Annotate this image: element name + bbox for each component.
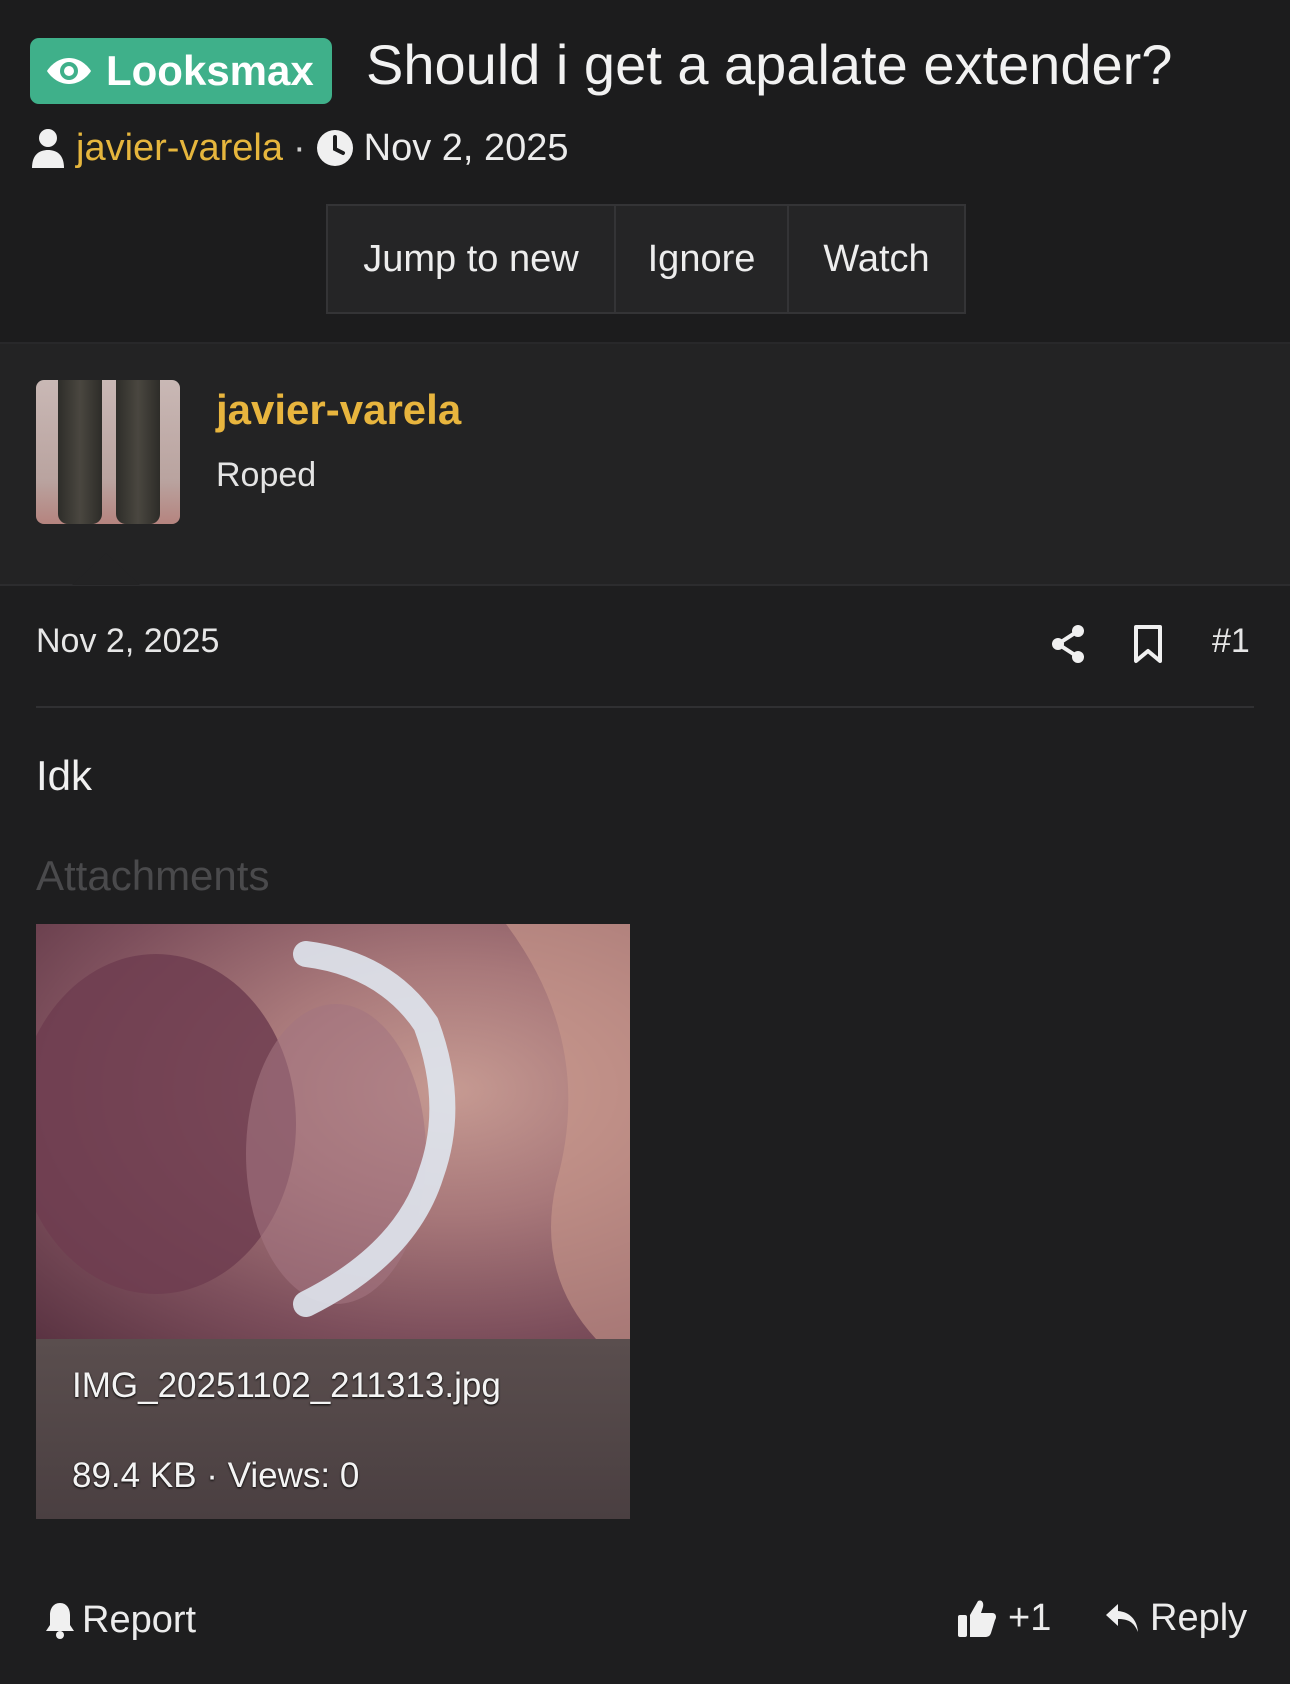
avatar-image-detail: [116, 380, 160, 524]
user-bar-pointer: [72, 553, 140, 585]
thread-header: Looksmax Should i get a apalate extender…: [0, 0, 1290, 344]
bookmark-icon[interactable]: [1132, 624, 1164, 664]
report-label: Report: [82, 1598, 197, 1641]
thread-action-buttons: Jump to new Ignore Watch: [326, 204, 966, 314]
prefix-badge[interactable]: Looksmax: [30, 38, 332, 104]
thread-author-link[interactable]: javier-varela: [76, 127, 283, 170]
thumbs-up-icon: [958, 1600, 996, 1637]
attachment-meta: 89.4 KB · Views: 0: [72, 1456, 360, 1495]
bell-icon: [46, 1603, 74, 1639]
user-title: Roped: [216, 456, 317, 494]
thread-meta: javier-varela · Nov 2, 2025: [30, 124, 569, 172]
post-date-link[interactable]: Nov 2, 2025: [36, 622, 219, 661]
reply-button[interactable]: Reply: [1104, 1594, 1247, 1642]
clock-icon: [316, 130, 353, 166]
thread-title: Should i get a apalate extender?: [366, 33, 1173, 96]
post-number-link[interactable]: #1: [1212, 622, 1250, 661]
like-count: +1: [1008, 1596, 1052, 1639]
post-divider: [36, 706, 1254, 708]
attachment-thumbnail[interactable]: IMG_20251102_211313.jpg 89.4 KB · Views:…: [36, 924, 630, 1519]
thread-date: Nov 2, 2025: [363, 126, 569, 169]
report-button[interactable]: Report: [44, 1596, 196, 1644]
like-button[interactable]: +1: [956, 1594, 1051, 1642]
reply-icon: [1106, 1604, 1138, 1632]
ignore-button[interactable]: Ignore: [616, 206, 789, 312]
meta-separator: ·: [292, 126, 306, 169]
reply-label: Reply: [1150, 1596, 1248, 1639]
user-icon: [32, 129, 64, 168]
share-icon[interactable]: [1050, 624, 1086, 664]
attachment-image: [36, 924, 630, 1339]
avatar-image-detail: [58, 380, 102, 524]
prefix-label: Looksmax: [106, 47, 314, 94]
jump-to-new-button[interactable]: Jump to new: [328, 206, 616, 312]
post-user-bar: javier-varela Roped: [0, 344, 1290, 586]
attachments-heading: Attachments: [36, 852, 270, 899]
watch-button[interactable]: Watch: [789, 206, 964, 312]
post-username-link[interactable]: javier-varela: [216, 386, 461, 434]
post-body: Idk: [36, 752, 93, 799]
avatar[interactable]: [36, 380, 180, 524]
eye-icon: [47, 58, 91, 84]
attachment-filename: IMG_20251102_211313.jpg: [72, 1366, 501, 1405]
attachment-image-art: [36, 924, 630, 1339]
